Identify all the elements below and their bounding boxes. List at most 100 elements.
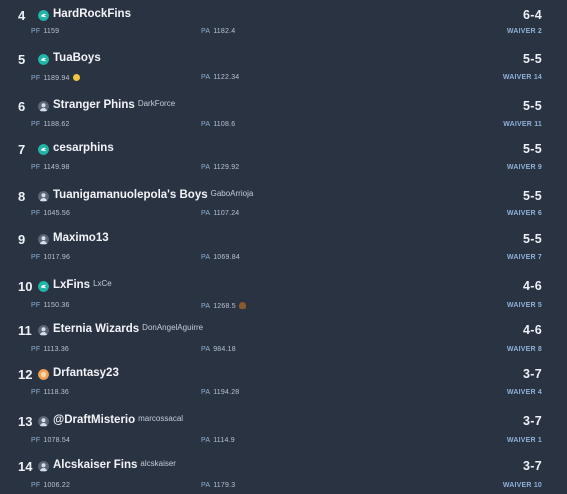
waiver-label: WAIVER: [502, 74, 532, 81]
waiver-position: WAIVER 6: [507, 210, 542, 217]
team-name[interactable]: Stranger Phins DarkForce: [53, 99, 175, 111]
points-against: PA 1069.84: [201, 254, 240, 261]
owner-name: DonAngelAguirre: [142, 323, 204, 332]
team-name[interactable]: Maximo13: [53, 232, 109, 244]
points-for: PF 1150.36: [31, 302, 70, 309]
pa-label: PA: [201, 346, 211, 353]
waiver-value: 7: [537, 254, 542, 261]
team-record: 5-5: [523, 142, 542, 156]
waiver-position: WAIVER 14: [503, 74, 542, 81]
poop-emoji-icon: [238, 302, 246, 309]
pa-value: 1129.92: [213, 164, 240, 171]
team-name-text: Alcskaiser Fins: [53, 459, 138, 471]
pa-label: PA: [201, 254, 211, 261]
waiver-value: 14: [533, 74, 542, 81]
team-rank: 4: [18, 8, 26, 23]
points-for: PF 1045.56: [31, 210, 70, 217]
orange-avatar-icon: [38, 369, 49, 380]
team-row[interactable]: 10 LxFins LxCe 4-6 PF 1150.36 PA 1268.5 WAIVER 5: [0, 279, 567, 324]
team-row[interactable]: 12 Drfantasy23 3-7 PF 1118.36 PA 1194.28 WAIVER…: [0, 367, 567, 412]
pf-label: PF: [31, 75, 41, 82]
custom-avatar-icon: [38, 191, 49, 202]
team-name-text: Stranger Phins: [53, 99, 135, 111]
team-row[interactable]: 5 TuaBoys 5-5 PF 1189.94 PA 1122.34 WAIVER 14: [0, 52, 567, 97]
team-record: 5-5: [523, 189, 542, 203]
teal-dolphin-icon: [38, 144, 49, 155]
pa-label: PA: [201, 482, 211, 489]
team-row[interactable]: 7 cesarphins 5-5 PF 1149.98 PA 1129.92 WAIVER 9: [0, 142, 567, 187]
pf-label: PF: [31, 437, 41, 444]
pa-label: PA: [201, 303, 211, 310]
points-for: PF 1078.54: [31, 437, 70, 444]
team-row[interactable]: 11 Eternia Wizards DonAngelAguirre 4-6 PF 111…: [0, 323, 567, 368]
waiver-value: 5: [537, 302, 542, 309]
team-name-text: @DraftMisterio: [53, 414, 136, 426]
waiver-label: WAIVER: [506, 302, 536, 309]
team-name[interactable]: @DraftMisterio marcossacal: [53, 414, 183, 426]
waiver-position: WAIVER 1: [507, 437, 542, 444]
team-name[interactable]: HardRockFins: [53, 8, 131, 20]
team-row[interactable]: 9 Maximo13 5-5 PF 1017.96 PA 1069.84 WAIVER 7: [0, 232, 567, 277]
team-rank: 12: [18, 367, 33, 382]
team-row[interactable]: 14 Alcskaiser Fins alcskaiser 3-7 PF 1006.22 P…: [0, 459, 567, 494]
pf-label: PF: [31, 254, 41, 261]
pf-value: 1078.54: [43, 437, 71, 444]
team-rank: 11: [18, 323, 32, 338]
team-name[interactable]: Eternia Wizards DonAngelAguirre: [53, 323, 203, 335]
team-name-text: Maximo13: [53, 232, 109, 244]
owner-name: DarkForce: [137, 99, 176, 108]
team-record: 3-7: [523, 459, 542, 473]
pf-label: PF: [31, 28, 41, 35]
pf-value: 1045.56: [43, 210, 71, 217]
teal-dolphin-icon: [38, 54, 49, 65]
team-name[interactable]: cesarphins: [53, 142, 114, 154]
owner-name: LxCe: [93, 279, 112, 288]
waiver-position: WAIVER 9: [507, 164, 542, 171]
pa-label: PA: [201, 28, 211, 35]
team-name-text: TuaBoys: [53, 52, 101, 64]
team-rank: 5: [18, 52, 26, 67]
waiver-position: WAIVER 10: [503, 482, 542, 489]
team-rank: 9: [18, 232, 26, 247]
waiver-label: WAIVER: [506, 210, 536, 217]
waiver-position: WAIVER 8: [507, 346, 542, 353]
waiver-value: 4: [537, 389, 542, 396]
pf-label: PF: [31, 302, 41, 309]
owner-name: GaboArrioja: [210, 189, 254, 198]
team-row[interactable]: 4 HardRockFins 6-4 PF 1159 PA 1182.4 WAIVER 2: [0, 8, 567, 53]
pf-label: PF: [31, 389, 41, 396]
team-record: 5-5: [523, 232, 542, 246]
pa-value: 1122.34: [213, 74, 240, 81]
team-row[interactable]: 8 Tuanigamanuolepola's Boys GaboArrioja 5-5…: [0, 189, 567, 234]
team-record: 6-4: [523, 8, 542, 22]
pa-value: 1194.28: [213, 389, 240, 396]
team-name[interactable]: Tuanigamanuolepola's Boys GaboArrioja: [53, 189, 253, 201]
team-row[interactable]: 6 Stranger Phins DarkForce 5-5 PF 1188.62 PA 11…: [0, 99, 567, 144]
points-against: PA 1268.5: [201, 302, 246, 310]
waiver-value: 11: [534, 121, 542, 128]
points-for: PF 1118.36: [31, 389, 69, 396]
points-for: PF 1159: [31, 28, 59, 35]
pf-label: PF: [31, 164, 41, 171]
team-name-text: HardRockFins: [53, 8, 131, 20]
pa-value: 1069.84: [213, 254, 240, 261]
pa-value: 1268.5: [213, 303, 236, 310]
owner-name: alcskaiser: [140, 459, 176, 468]
team-rank: 13: [18, 414, 33, 429]
team-record: 5-5: [523, 99, 542, 113]
team-name[interactable]: LxFins LxCe: [53, 279, 112, 291]
points-against: PA 1107.24: [201, 210, 239, 217]
points-for: PF 1017.96: [31, 254, 70, 261]
standings-list: 4 HardRockFins 6-4 PF 1159 PA 1182.4 WAIVER 25T…: [0, 0, 567, 494]
waiver-value: 2: [537, 28, 542, 35]
team-name[interactable]: Drfantasy23: [53, 367, 119, 379]
points-for: PF 1188.62: [31, 121, 70, 128]
waiver-position: WAIVER 11: [503, 121, 542, 128]
points-against: PA 984.18: [201, 346, 236, 353]
team-name[interactable]: Alcskaiser Fins alcskaiser: [53, 459, 176, 471]
custom-avatar-icon: [38, 101, 49, 112]
team-name[interactable]: TuaBoys: [53, 52, 101, 64]
team-row[interactable]: 13 @DraftMisterio marcossacal 3-7 PF 1078.54 P…: [0, 414, 567, 459]
teal-dolphin-icon: [38, 281, 49, 292]
team-name-text: Tuanigamanuolepola's Boys: [53, 189, 208, 201]
